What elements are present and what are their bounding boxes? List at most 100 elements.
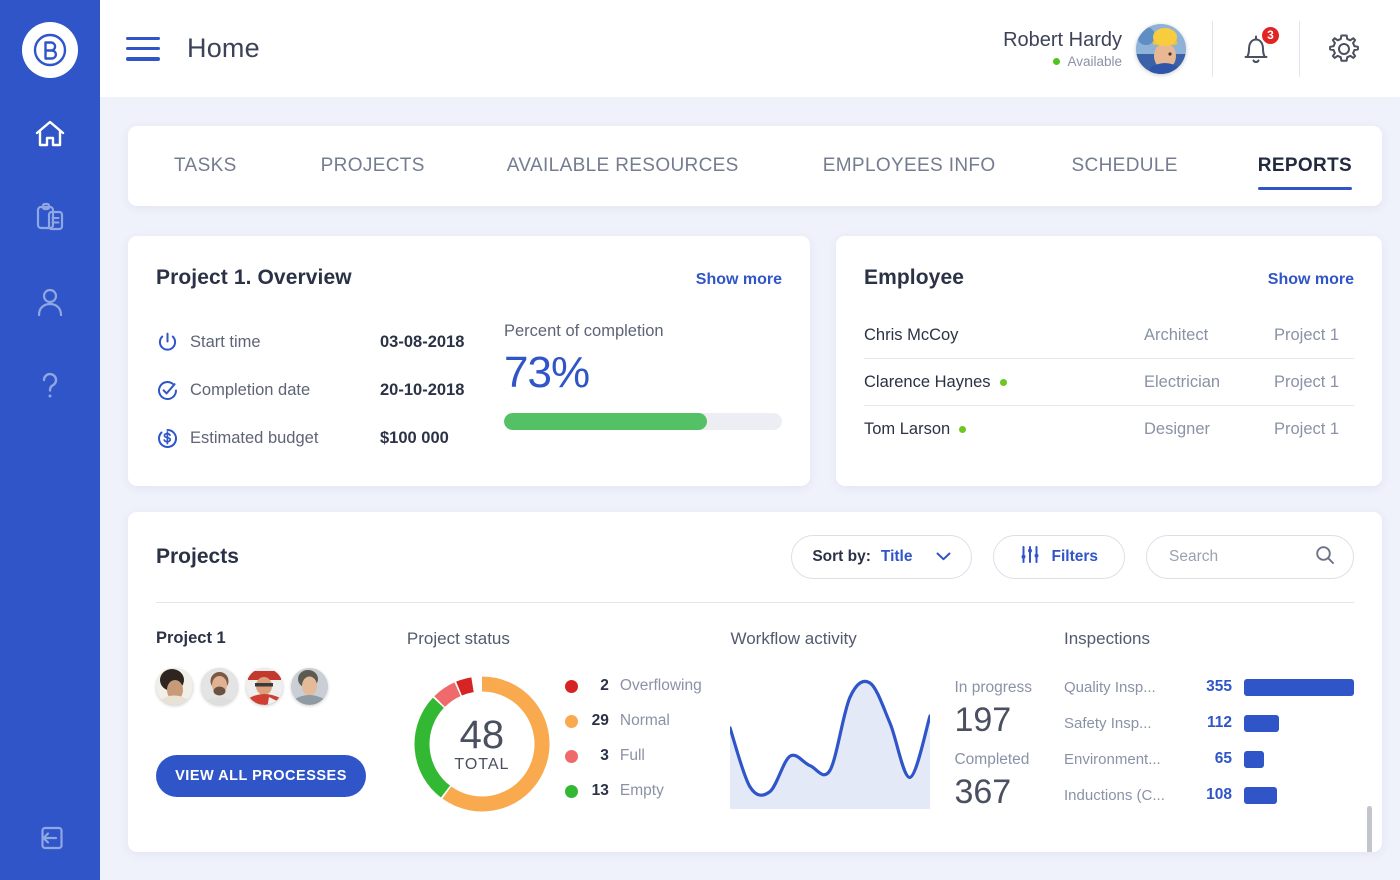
clipboard-icon: [34, 201, 66, 235]
donut-legend: 2 Overflowing 29 Normal 3: [565, 677, 702, 800]
user-icon: [34, 285, 66, 319]
question-icon: [35, 369, 65, 403]
home-icon: [33, 118, 67, 150]
project-column: Project 1: [156, 629, 407, 821]
donut-total-value: 48: [460, 714, 505, 756]
overview-row-budget: Estimated budget $100 000: [156, 414, 498, 462]
tab-employees-info[interactable]: EMPLOYEES INFO: [823, 126, 996, 206]
overview-body: Start time 03-08-2018 Completion date 20…: [156, 318, 782, 462]
overview-label-budget: Estimated budget: [190, 429, 380, 448]
sidebar-item-tasks[interactable]: [0, 196, 100, 240]
inspections-title: Inspections: [1064, 629, 1354, 649]
projects-header: Projects Sort by: Title: [128, 512, 1382, 602]
search-input[interactable]: [1169, 548, 1309, 566]
completion-percent-value: 73%: [504, 345, 782, 401]
project-name: Project 1: [156, 629, 407, 648]
inspection-name: Inductions (C...: [1064, 787, 1186, 804]
page-title: Home: [187, 33, 260, 64]
avatar[interactable]: [246, 668, 283, 705]
completion-progress-fill: [504, 413, 707, 430]
employee-header: Employee Show more: [864, 266, 1354, 290]
user-name: Robert Hardy: [1003, 27, 1122, 53]
employee-name: Clarence Haynes: [864, 373, 991, 392]
app-logo[interactable]: [22, 22, 78, 78]
legend-label: Full: [620, 747, 645, 765]
completion-progress-bar: [504, 413, 782, 430]
user-profile[interactable]: Robert Hardy Available: [1003, 24, 1186, 74]
legend-dot-icon: [565, 750, 578, 763]
avatar[interactable]: [1136, 24, 1186, 74]
legend-value: 29: [589, 712, 609, 730]
brand-b-icon: [33, 33, 67, 67]
legend-label: Empty: [620, 782, 664, 800]
header-divider-2: [1299, 21, 1300, 77]
view-all-processes-button[interactable]: VIEW ALL PROCESSES: [156, 755, 366, 797]
header-right-group: Robert Hardy Available: [1003, 0, 1400, 97]
overview-show-more-link[interactable]: Show more: [696, 271, 782, 289]
tab-reports[interactable]: REPORTS: [1258, 126, 1352, 206]
tab-projects[interactable]: PROJECTS: [321, 126, 425, 206]
employee-project-cell: Project 1: [1274, 420, 1354, 439]
sidebar-item-logout[interactable]: [0, 820, 100, 856]
avatar-photo: [1136, 24, 1186, 74]
table-row[interactable]: Clarence Haynes Electrician Project 1: [864, 359, 1354, 406]
list-item: Environment... 65: [1064, 741, 1354, 777]
inspection-value: 112: [1186, 714, 1232, 732]
project-members: [156, 668, 407, 705]
tab-tasks[interactable]: TASKS: [174, 126, 237, 206]
legend-value: 3: [589, 747, 609, 765]
avatar[interactable]: [291, 668, 328, 705]
list-item: 3 Full: [565, 747, 702, 765]
inspections-list: Quality Insp... 355 Safety Insp... 112 E…: [1064, 669, 1354, 813]
inspection-name: Environment...: [1064, 751, 1186, 768]
workflow-body: In progress 197 Completed 367: [730, 669, 1064, 821]
completion-label: Percent of completion: [504, 322, 782, 341]
top-header: Home Robert Hardy Available: [100, 0, 1400, 97]
sort-by-dropdown[interactable]: Sort by: Title: [791, 535, 972, 579]
employee-name-cell: Chris McCoy: [864, 326, 1144, 345]
table-row[interactable]: Tom Larson Designer Project 1: [864, 406, 1354, 453]
tab-available-resources[interactable]: AVAILABLE RESOURCES: [507, 126, 739, 206]
inspection-value: 65: [1186, 750, 1232, 768]
notifications-button[interactable]: 3: [1239, 30, 1273, 68]
scrollbar-thumb[interactable]: [1367, 806, 1372, 852]
overview-label-start-time: Start time: [190, 333, 380, 352]
inspection-bar: [1244, 751, 1264, 768]
employee-name: Chris McCoy: [864, 326, 958, 345]
employee-card: Employee Show more Chris McCoy Architect…: [836, 236, 1382, 486]
table-row[interactable]: Chris McCoy Architect Project 1: [864, 312, 1354, 359]
avatar[interactable]: [201, 668, 238, 705]
search-box[interactable]: [1146, 535, 1354, 579]
filters-button[interactable]: Filters: [993, 535, 1125, 579]
legend-label: Overflowing: [620, 677, 702, 695]
projects-title: Projects: [156, 545, 239, 569]
donut-chart: 48 TOTAL: [407, 669, 557, 819]
inspection-value: 355: [1186, 678, 1232, 696]
overview-label-completion-date: Completion date: [190, 381, 380, 400]
user-text: Robert Hardy Available: [1003, 27, 1122, 71]
employee-show-more-link[interactable]: Show more: [1268, 271, 1354, 289]
sidebar-item-help[interactable]: [0, 364, 100, 408]
filters-label: Filters: [1051, 548, 1098, 566]
legend-label: Normal: [620, 712, 670, 730]
online-dot-icon: [959, 426, 966, 433]
overview-completion: Percent of completion 73%: [498, 318, 782, 462]
check-circle-icon: [156, 379, 190, 402]
overview-value-completion-date: 20-10-2018: [380, 381, 464, 400]
search-icon[interactable]: [1315, 545, 1335, 570]
avatar[interactable]: [156, 668, 193, 705]
tab-schedule[interactable]: SCHEDULE: [1072, 126, 1178, 206]
inspections-column: Inspections Quality Insp... 355 Safety I…: [1064, 629, 1354, 821]
workflow-activity-column: Workflow activity In progress 197 Comple…: [730, 629, 1064, 821]
hamburger-menu-icon[interactable]: [126, 37, 160, 61]
overview-value-budget: $100 000: [380, 429, 449, 448]
notification-badge: 3: [1260, 25, 1281, 46]
inspection-bar: [1244, 679, 1354, 696]
chevron-down-icon: [936, 548, 951, 566]
employee-role-cell: Electrician: [1144, 373, 1274, 392]
sidebar-item-home[interactable]: [0, 112, 100, 156]
list-item: 13 Empty: [565, 782, 702, 800]
employee-project-cell: Project 1: [1274, 326, 1354, 345]
settings-button[interactable]: [1326, 31, 1362, 67]
sidebar-item-profile[interactable]: [0, 280, 100, 324]
